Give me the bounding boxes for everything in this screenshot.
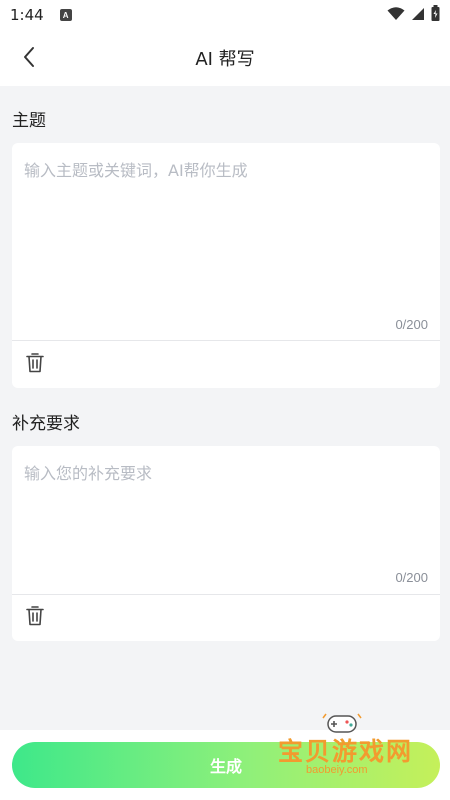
requirements-clear-button[interactable] [24,605,46,629]
battery-icon [431,5,440,25]
requirements-label: 补充要求 [12,414,80,434]
requirements-card: 0/200 [12,446,440,641]
generate-button[interactable]: 生成 [12,742,440,788]
trash-icon [26,605,44,630]
back-button[interactable] [14,44,44,74]
wifi-icon [387,6,405,25]
page-title: AI 帮写 [195,49,255,70]
topic-divider [12,340,440,341]
topic-char-counter: 0/200 [395,317,428,332]
topic-card: 0/200 [12,143,440,388]
nav-bar: AI 帮写 [0,30,450,86]
signal-icon [411,6,425,25]
topic-input[interactable] [12,143,440,313]
app-notification-icon: A [59,9,72,21]
generate-button-label: 生成 [209,757,242,776]
chevron-left-icon [22,46,36,72]
trash-icon [26,352,44,377]
requirements-char-counter: 0/200 [395,570,428,585]
status-icons [387,5,440,25]
status-bar: 1:44 A [0,0,450,30]
status-time: 1:44 [10,6,44,24]
requirements-input[interactable] [12,446,440,566]
topic-label: 主题 [12,111,46,131]
topic-clear-button[interactable] [24,352,46,376]
requirements-divider [12,594,440,595]
